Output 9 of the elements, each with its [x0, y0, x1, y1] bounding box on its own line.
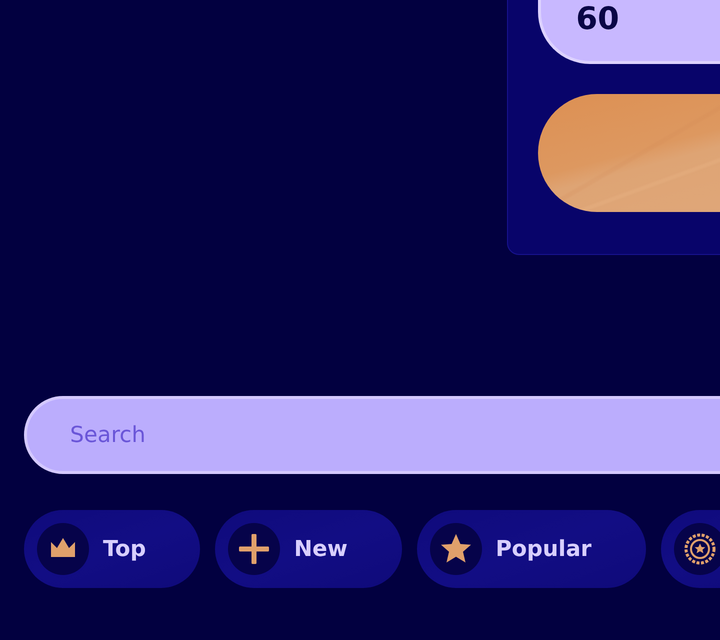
value-text: 60 — [576, 1, 620, 37]
plus-icon — [228, 523, 280, 575]
crown-icon — [37, 523, 89, 575]
search-field[interactable]: Search — [24, 396, 720, 474]
badge-icon — [674, 523, 720, 575]
filter-chip[interactable]: Top — [24, 510, 200, 588]
action-button[interactable] — [538, 94, 720, 212]
filter-chip[interactable]: New — [214, 510, 402, 588]
filter-chip[interactable]: Popular — [416, 510, 646, 588]
